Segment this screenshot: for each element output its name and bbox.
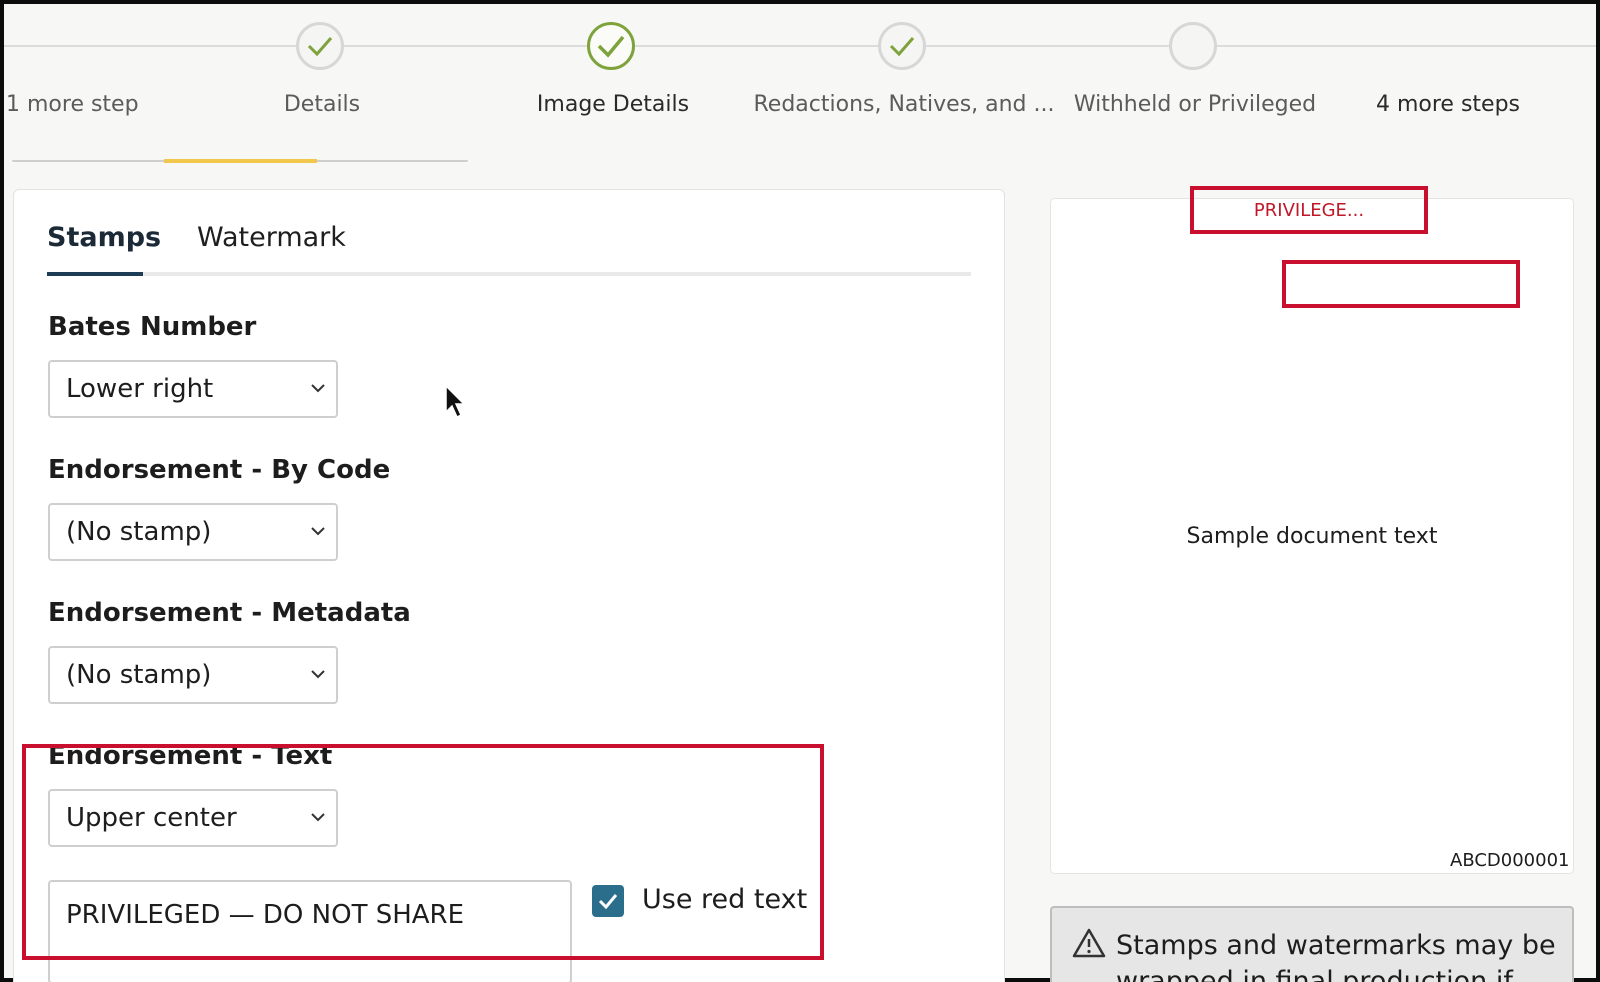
production-stepper: 1 more step Details Image Details Redact… [4, 4, 1596, 169]
preview-empty-stamp [1282, 260, 1520, 308]
bates-number-value: Lower right [66, 374, 214, 404]
stepper-track [4, 45, 1596, 47]
step-details-circle[interactable] [296, 22, 344, 70]
chevron-down-icon [311, 527, 325, 536]
stepper-active-indicator [164, 159, 317, 163]
step-collapsed-next[interactable]: 4 more steps [1376, 92, 1520, 117]
check-icon [597, 35, 625, 58]
preview-sample-text: Sample document text [1186, 524, 1438, 549]
endorsement-metadata-value: (No stamp) [66, 660, 212, 690]
step-label-withheld[interactable]: Withheld or Privileged [1074, 92, 1316, 117]
stamp-tabs: Stamps Watermark [47, 190, 971, 276]
tab-stamps[interactable]: Stamps [47, 222, 161, 253]
mouse-cursor-icon [445, 384, 466, 419]
check-icon [889, 37, 915, 57]
bates-number-label: Bates Number [48, 312, 257, 342]
endorsement-by-code-value: (No stamp) [66, 517, 212, 547]
warning-text: Stamps and watermarks may be wrapped in … [1116, 930, 1556, 982]
step-label-redactions[interactable]: Redactions, Natives, and ... [753, 92, 1054, 117]
stamp-wrap-warning: Stamps and watermarks may be wrapped in … [1050, 906, 1574, 982]
preview-bates-number: ABCD000001 [1450, 850, 1570, 871]
endorsement-by-code-label: Endorsement - By Code [48, 455, 391, 485]
preview-stamp-text: PRIVILEGE... [1253, 199, 1365, 221]
endorsement-metadata-label: Endorsement - Metadata [48, 598, 411, 628]
tab-active-indicator [47, 272, 143, 276]
endorsement-metadata-select[interactable]: (No stamp) [48, 646, 338, 704]
warning-icon [1072, 928, 1106, 958]
step-image-details-circle[interactable] [587, 22, 635, 70]
step-withheld-circle[interactable] [1169, 22, 1217, 70]
check-icon [307, 37, 333, 57]
endorsement-by-code-select[interactable]: (No stamp) [48, 503, 338, 561]
step-collapsed-previous[interactable]: 1 more step [6, 92, 139, 117]
step-label-details[interactable]: Details [284, 92, 360, 117]
step-label-image-details[interactable]: Image Details [537, 92, 689, 117]
bates-number-select[interactable]: Lower right [48, 360, 338, 418]
step-redactions-circle[interactable] [878, 22, 926, 70]
preview-endorsement-stamp: PRIVILEGE... [1190, 186, 1428, 234]
chevron-down-icon [311, 670, 325, 679]
endorsement-text-highlight [22, 744, 824, 960]
chevron-down-icon [311, 384, 325, 393]
tab-watermark[interactable]: Watermark [197, 222, 346, 253]
